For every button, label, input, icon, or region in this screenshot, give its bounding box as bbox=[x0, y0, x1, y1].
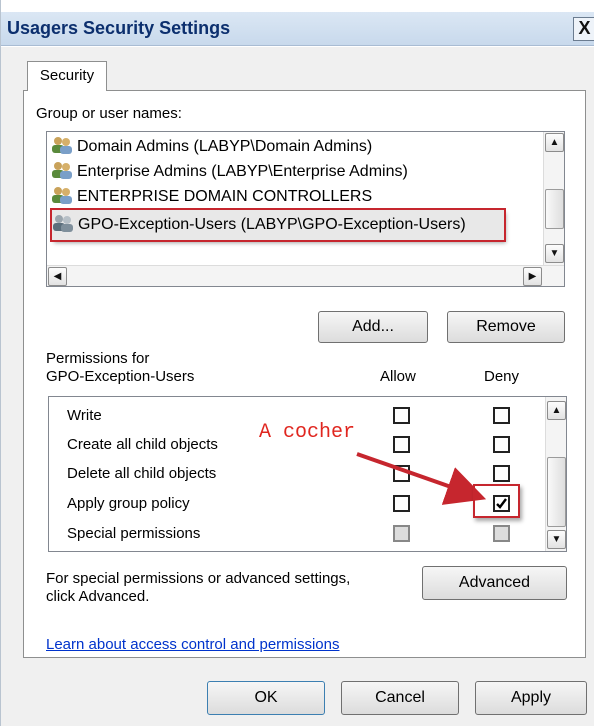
tab-security[interactable]: Security bbox=[27, 61, 107, 91]
deny-highlight-box bbox=[473, 484, 520, 518]
annotation-arrow-icon bbox=[356, 452, 487, 505]
security-settings-dialog: Usagers Security Settings X Security Gro… bbox=[0, 0, 594, 726]
